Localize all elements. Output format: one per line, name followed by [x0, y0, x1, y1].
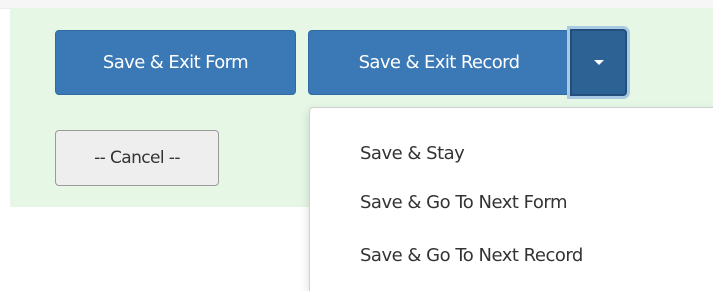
save-options-dropdown-toggle[interactable]	[570, 29, 627, 96]
menu-item-save-stay[interactable]: Save & Stay	[360, 136, 465, 170]
menu-item-save-next-record[interactable]: Save & Go To Next Record	[360, 238, 583, 272]
save-exit-record-button[interactable]: Save & Exit Record	[308, 30, 570, 95]
save-options-dropdown-menu: Save & Stay Save & Go To Next Form Save …	[309, 107, 713, 291]
cancel-button[interactable]: -- Cancel --	[55, 130, 219, 186]
form-save-area: Save & Exit Form Save & Exit Record -- C…	[0, 0, 713, 291]
caret-down-icon	[593, 60, 604, 65]
menu-item-save-next-form[interactable]: Save & Go To Next Form	[360, 185, 568, 219]
save-exit-form-button[interactable]: Save & Exit Form	[55, 30, 296, 95]
